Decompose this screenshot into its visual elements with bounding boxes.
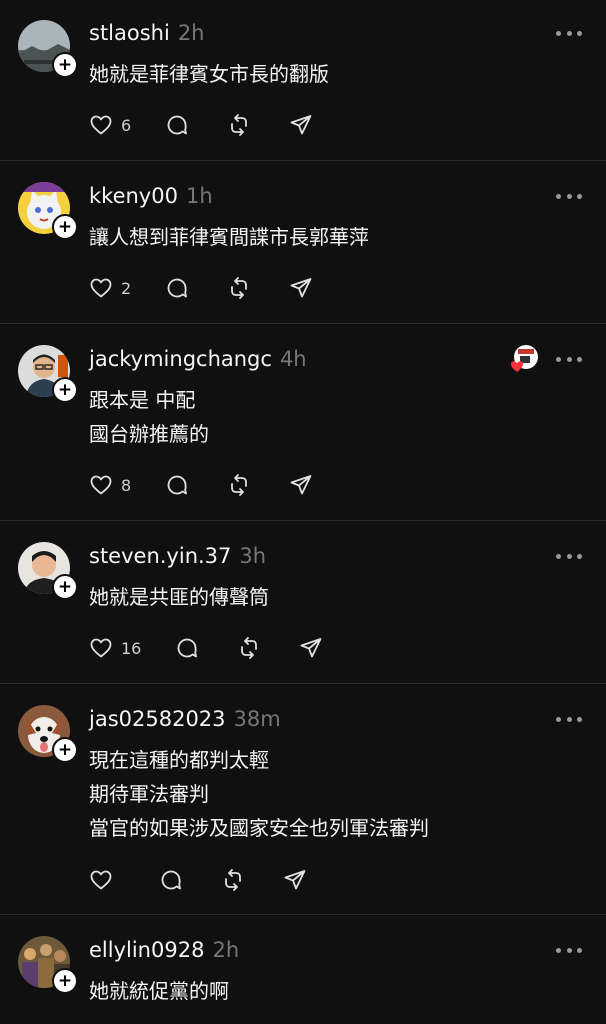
post-text: 跟本是 中配 國台辦推薦的 xyxy=(89,388,209,446)
repost-button[interactable] xyxy=(221,868,245,892)
username[interactable]: jackymingchangc xyxy=(89,347,272,371)
more-options-icon[interactable] xyxy=(556,29,582,37)
heart-icon xyxy=(90,870,112,890)
send-icon xyxy=(290,475,312,495)
repost-icon xyxy=(225,869,241,891)
repost-button[interactable] xyxy=(237,636,261,660)
username[interactable]: kkeny00 xyxy=(89,184,178,208)
avatar-container[interactable]: + xyxy=(18,542,78,600)
replies-feed: + stlaoshi 2h 她就是菲律賓女市長的翻版 6 + kkeny00 1… xyxy=(0,0,606,1024)
follow-button[interactable]: + xyxy=(52,737,78,763)
comment-icon xyxy=(167,278,188,298)
follow-button[interactable]: + xyxy=(52,968,78,994)
post-text: 她就是菲律賓女市長的翻版 xyxy=(89,62,329,86)
post-text: 讓人想到菲律賓間諜市長郭華萍 xyxy=(89,225,369,249)
reply-post: + jackymingchangc 4h 跟本是 中配 國台辦推薦的 8 xyxy=(0,324,606,520)
avatar-container[interactable]: + xyxy=(18,705,78,763)
repost-button[interactable] xyxy=(227,113,251,137)
username[interactable]: stlaoshi xyxy=(89,21,170,45)
send-icon xyxy=(284,870,306,890)
timestamp: 2h xyxy=(177,21,205,45)
reply-post: + ellylin0928 2h 她就統促黨的啊 xyxy=(0,915,606,1024)
more-options-icon[interactable] xyxy=(556,946,582,954)
follow-button[interactable]: + xyxy=(52,214,78,240)
timestamp: 4h xyxy=(279,347,307,371)
post-header: kkeny00 1h xyxy=(89,181,213,211)
username[interactable]: ellylin0928 xyxy=(89,938,204,962)
post-text: 她就是共匪的傳聲筒 xyxy=(89,585,269,609)
post-header: jas02582023 38m xyxy=(89,704,281,734)
reply-post: + jas02582023 38m 現在這種的都判太輕 期待軍法審判 當官的如果… xyxy=(0,684,606,914)
more-options-icon[interactable] xyxy=(556,552,582,560)
like-count: 16 xyxy=(121,638,142,658)
reply-button[interactable] xyxy=(165,473,189,497)
reply-button[interactable] xyxy=(165,276,189,300)
repost-icon xyxy=(231,277,248,299)
follow-button[interactable]: + xyxy=(52,574,78,600)
reply-post: + stlaoshi 2h 她就是菲律賓女市長的翻版 6 xyxy=(0,0,606,160)
comment-icon xyxy=(178,638,198,658)
send-icon xyxy=(300,638,322,658)
share-button[interactable] xyxy=(289,113,313,137)
like-count: 8 xyxy=(121,475,132,495)
avatar-container[interactable]: + xyxy=(18,20,78,78)
post-header: steven.yin.37 3h xyxy=(89,541,266,571)
like-button[interactable]: 2 xyxy=(89,276,131,300)
heart-icon xyxy=(90,278,112,298)
post-header: stlaoshi 2h xyxy=(89,18,204,48)
action-bar: 16 xyxy=(89,635,323,661)
like-count: 6 xyxy=(121,115,132,135)
heart-icon xyxy=(90,475,112,495)
reply-post: + kkeny00 1h 讓人想到菲律賓間諜市長郭華萍 2 xyxy=(0,161,606,323)
avatar-container[interactable]: + xyxy=(18,936,78,994)
username[interactable]: jas02582023 xyxy=(89,707,226,731)
reply-button[interactable] xyxy=(159,868,183,892)
avatar-container[interactable]: + xyxy=(18,345,78,403)
timestamp: 2h xyxy=(212,938,240,962)
repost-icon xyxy=(231,474,248,496)
repost-icon xyxy=(241,637,258,659)
post-header: ellylin0928 2h xyxy=(89,935,239,965)
send-icon xyxy=(290,115,312,135)
like-button[interactable]: 8 xyxy=(89,473,131,497)
action-bar: 8 xyxy=(89,472,313,498)
repost-icon xyxy=(231,114,248,136)
share-button[interactable] xyxy=(299,636,323,660)
like-button[interactable]: 6 xyxy=(89,113,131,137)
comment-icon xyxy=(161,870,181,890)
share-button[interactable] xyxy=(289,276,313,300)
heart-icon xyxy=(90,638,112,658)
more-options-icon[interactable] xyxy=(556,355,582,363)
more-options-icon[interactable] xyxy=(556,192,582,200)
repost-button[interactable] xyxy=(227,276,251,300)
repost-button[interactable] xyxy=(227,473,251,497)
follow-button[interactable]: + xyxy=(52,52,78,78)
like-button[interactable] xyxy=(89,868,121,892)
timestamp: 3h xyxy=(239,544,267,568)
like-button[interactable]: 16 xyxy=(89,636,141,660)
timestamp: 1h xyxy=(185,184,213,208)
reply-button[interactable] xyxy=(165,113,189,137)
post-text: 她就統促黨的啊 xyxy=(89,979,229,1003)
action-bar xyxy=(89,867,307,893)
action-bar: 2 xyxy=(89,275,313,301)
comment-icon xyxy=(167,475,188,495)
share-button[interactable] xyxy=(283,868,307,892)
creator-liked-badge xyxy=(510,344,540,374)
follow-button[interactable]: + xyxy=(52,377,78,403)
reply-button[interactable] xyxy=(175,636,199,660)
action-bar: 6 xyxy=(89,112,313,138)
more-options-icon[interactable] xyxy=(556,715,582,723)
like-count: 2 xyxy=(121,278,132,298)
comment-icon xyxy=(167,115,188,135)
post-text: 現在這種的都判太輕 期待軍法審判 當官的如果涉及國家安全也列軍法審判 xyxy=(89,748,429,840)
username[interactable]: steven.yin.37 xyxy=(89,544,231,568)
post-header: jackymingchangc 4h xyxy=(89,344,307,374)
share-button[interactable] xyxy=(289,473,313,497)
timestamp: 38m xyxy=(233,707,281,731)
heart-icon xyxy=(90,115,112,135)
reply-post: + steven.yin.37 3h 她就是共匪的傳聲筒 16 xyxy=(0,521,606,683)
send-icon xyxy=(290,278,312,298)
avatar-container[interactable]: + xyxy=(18,182,78,240)
